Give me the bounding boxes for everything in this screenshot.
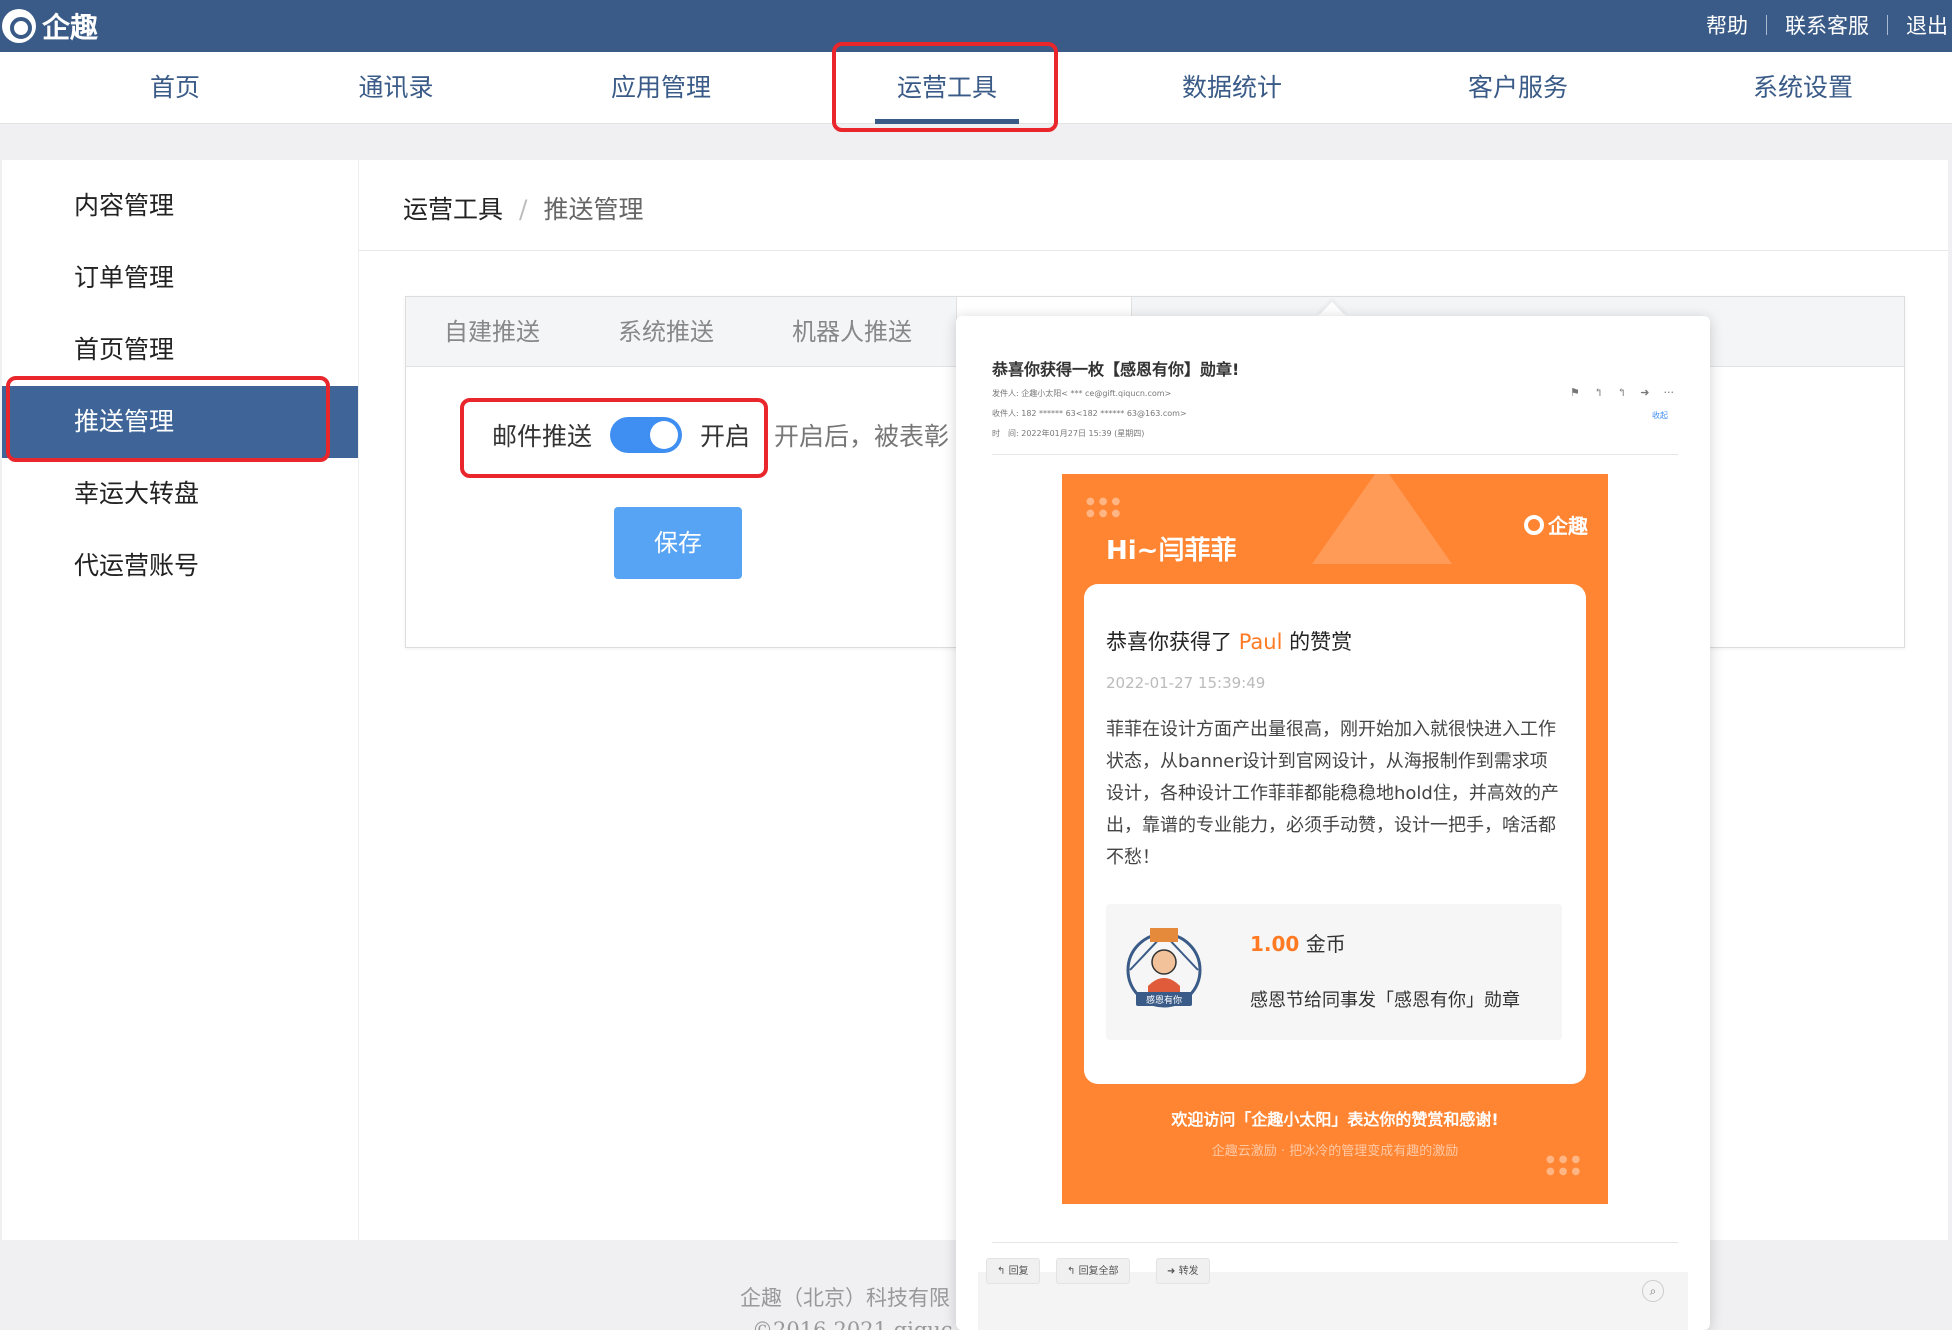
reward-text: 感恩节给同事发「感恩有你」勋章 xyxy=(1250,990,1520,1011)
email-to: 收件人: 182 ****** 63<182 ****** 63@163.com… xyxy=(992,409,1187,418)
more-icon[interactable]: ··· xyxy=(1664,386,1675,399)
tab-custom-push[interactable]: 自建推送 xyxy=(444,297,540,367)
praise-title: 恭喜你获得了 Paul 的赞赏 xyxy=(1106,626,1352,656)
email-time: 时 间: 2022年01月27日 15:39 (星期四) xyxy=(992,429,1145,438)
mail-push-label: 邮件推送 xyxy=(492,422,593,451)
badge-label: 感恩有你 xyxy=(1146,994,1182,1006)
divider xyxy=(1887,15,1888,35)
praise-sender: Paul xyxy=(1238,630,1283,654)
decor-dots: ●●● ●●● xyxy=(1086,496,1125,519)
reply-all-icon: ↰ xyxy=(1067,1266,1079,1277)
sidebar-item-content[interactable]: 内容管理 xyxy=(2,170,358,242)
visit-message: 欢迎访问「企趣小太阳」表达你的赞赏和感谢! xyxy=(1171,1110,1499,1129)
coins-amount: 1.00 xyxy=(1250,932,1300,956)
nav-customer-service[interactable]: 客户服务 xyxy=(1463,52,1573,124)
poster-logo: 企趣 xyxy=(1524,510,1588,539)
sidebar-item-orders[interactable]: 订单管理 xyxy=(2,242,358,314)
app-logo[interactable]: 企趣 xyxy=(2,6,98,46)
contact-support-link[interactable]: 联系客服 xyxy=(1785,10,1869,40)
email-from: 发件人: 企趣小太阳< *** ce@gift.qiqucn.com> xyxy=(992,389,1172,398)
nav-system-settings[interactable]: 系统设置 xyxy=(1748,52,1858,124)
logo-text: 企趣 xyxy=(42,11,99,44)
reply-label: 回复 xyxy=(1008,1266,1029,1277)
top-bar: 企趣 帮助 联系客服 退出 xyxy=(0,0,1952,52)
forward-button[interactable]: ➜ 转发 xyxy=(1156,1258,1210,1284)
email-actions: ⚑ ↰ ↰ ➜ ··· xyxy=(1570,386,1674,399)
email-poster: ●●● ●●● ●●● ●●● Hi~闫菲菲 企趣 恭喜你获得了 Paul 的赞赏 … xyxy=(1062,474,1608,1204)
mail-push-toggle[interactable] xyxy=(610,417,683,453)
nav-contacts[interactable]: 通讯录 xyxy=(346,52,446,124)
forward-label: 转发 xyxy=(1178,1266,1199,1277)
email-subject: 恭喜你获得一枚【感恩有你】勋章! xyxy=(992,360,1240,379)
mail-push-state: 开启 xyxy=(700,422,751,451)
main-nav: 首页 通讯录 应用管理 运营工具 数据统计 客户服务 系统设置 xyxy=(0,52,1952,124)
reply-all-button[interactable]: ↰ 回复全部 xyxy=(1056,1258,1130,1284)
mail-push-hint: 开启后，被表彰 xyxy=(774,422,950,451)
logo-icon xyxy=(2,9,36,43)
mail-push-row: 邮件推送 开启 xyxy=(492,417,750,453)
praise-card: 恭喜你获得了 Paul 的赞赏 2022-01-27 15:39:49 菲菲在设… xyxy=(1084,584,1586,1084)
breadcrumb-root[interactable]: 运营工具 xyxy=(403,195,503,224)
reply-icon[interactable]: ↰ xyxy=(1594,386,1603,399)
nav-home[interactable]: 首页 xyxy=(140,52,210,124)
help-link[interactable]: 帮助 xyxy=(1706,10,1748,40)
breadcrumb-current: 推送管理 xyxy=(543,195,644,224)
divider xyxy=(1766,15,1767,35)
logo-icon xyxy=(1524,514,1544,535)
praise-prefix: 恭喜你获得了 xyxy=(1106,630,1239,654)
nav-operation-tools[interactable]: 运营工具 xyxy=(875,52,1019,124)
sidebar-item-homepage[interactable]: 首页管理 xyxy=(2,314,358,386)
reply-all-icon[interactable]: ↰ xyxy=(1617,386,1626,399)
collapse-link[interactable]: 收起 xyxy=(1652,410,1668,421)
praise-time: 2022-01-27 15:39:49 xyxy=(1106,674,1266,692)
email-preview-popover: 恭喜你获得一枚【感恩有你】勋章! 发件人: 企趣小太阳< *** ce@gift… xyxy=(956,316,1710,1330)
save-button[interactable]: 保存 xyxy=(614,507,742,579)
slogan: 企趣云激励 · 把冰冷的管理变成有趣的激励 xyxy=(1211,1144,1459,1159)
sidebar-item-lucky-wheel[interactable]: 幸运大转盘 xyxy=(2,458,358,530)
tab-system-push[interactable]: 系统推送 xyxy=(618,297,714,367)
divider xyxy=(992,1242,1678,1243)
forward-icon: ➜ xyxy=(1167,1266,1179,1277)
reply-button[interactable]: ↰ 回复 xyxy=(986,1258,1040,1284)
reply-all-label: 回复全部 xyxy=(1078,1266,1119,1277)
divider xyxy=(992,454,1678,455)
reward-box: 感恩有你 1.00 金币 感恩节给同事发「感恩有你」勋章 xyxy=(1106,904,1562,1040)
zoom-icon[interactable]: ⌕ xyxy=(1642,1280,1664,1302)
decor-triangle xyxy=(1312,474,1452,564)
forward-icon[interactable]: ➜ xyxy=(1640,386,1649,399)
praise-body: 菲菲在设计方面产出量很高，刚开始加入就很快进入工作状态，从banner设计到官网… xyxy=(1106,719,1559,868)
divider xyxy=(359,250,1948,251)
badge-icon: 感恩有你 xyxy=(1126,928,1202,1008)
flag-icon[interactable]: ⚑ xyxy=(1570,386,1580,399)
poster-logo-text: 企趣 xyxy=(1548,514,1588,538)
footer-copyright: ©2016-2021 qiquc.cn xyxy=(752,1318,958,1330)
top-links: 帮助 联系客服 退出 xyxy=(1706,10,1948,40)
breadcrumb-separator: / xyxy=(519,195,528,224)
sidebar: 内容管理 订单管理 首页管理 推送管理 幸运大转盘 代运营账号 xyxy=(2,160,358,1240)
nav-app-management[interactable]: 应用管理 xyxy=(606,52,716,124)
praise-suffix: 的赞赏 xyxy=(1282,630,1353,654)
tab-robot-push[interactable]: 机器人推送 xyxy=(792,297,912,367)
greeting: Hi~闫菲菲 xyxy=(1106,536,1237,566)
footer-company: 企趣（北京）科技有限 xyxy=(740,1286,950,1310)
reply-icon: ↰ xyxy=(997,1266,1009,1277)
coins-unit: 金币 xyxy=(1305,932,1346,956)
breadcrumb: 运营工具 / 推送管理 xyxy=(403,190,643,226)
logout-link[interactable]: 退出 xyxy=(1906,10,1948,40)
sidebar-item-agent-accounts[interactable]: 代运营账号 xyxy=(2,530,358,602)
reward-coins: 1.00 金币 xyxy=(1250,928,1346,957)
sidebar-item-push[interactable]: 推送管理 xyxy=(2,386,358,458)
nav-data-statistics[interactable]: 数据统计 xyxy=(1177,52,1287,124)
